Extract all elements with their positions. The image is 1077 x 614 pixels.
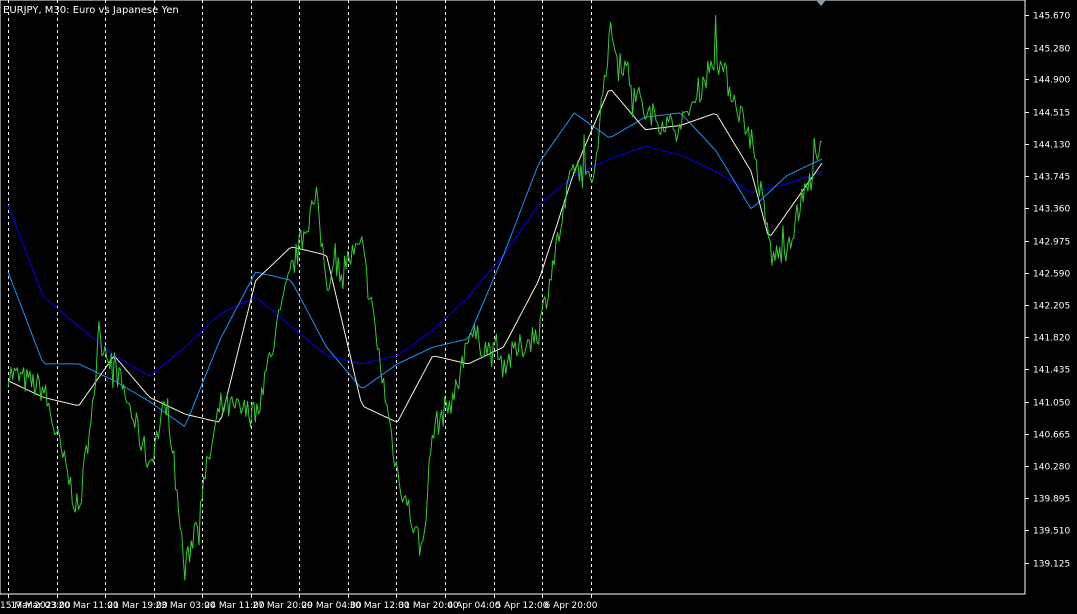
price-axis-label: 142.205 [1033, 302, 1070, 312]
time-axis-label: 6 Apr 20:00 [545, 601, 598, 611]
chart-window[interactable]: 145.670 145.280 144.900 144.515 144.130 143.7… [0, 0, 1077, 614]
price-axis-label: 139.895 [1033, 495, 1070, 505]
price-axis-label: 141.050 [1033, 399, 1070, 409]
chart-title: EURJPY, M30: Euro vs Japanese Yen [3, 5, 179, 16]
price-axis-label: 141.435 [1033, 366, 1070, 376]
price-axis-label: 144.515 [1033, 109, 1070, 119]
price-chart[interactable]: 145.670 145.280 144.900 144.515 144.130 143.7… [0, 0, 1077, 614]
price-axis-label: 145.670 [1033, 12, 1070, 22]
price-axis-label: 140.280 [1033, 463, 1070, 473]
chart-background [0, 0, 1077, 614]
price-axis-label: 139.510 [1033, 527, 1070, 537]
price-axis-label: 142.975 [1033, 238, 1070, 248]
time-axis-label: 5 Apr 12:00 [496, 601, 549, 611]
price-axis-label: 144.130 [1033, 141, 1070, 151]
price-axis-label: 139.125 [1033, 560, 1070, 570]
price-axis-label: 143.360 [1033, 205, 1070, 215]
price-axis-label: 145.280 [1033, 45, 1070, 55]
price-axis-label: 141.820 [1033, 334, 1070, 344]
price-axis-label: 140.665 [1033, 431, 1070, 441]
price-axis-label: 142.590 [1033, 270, 1070, 280]
time-axis-label: 4 Apr 04:00 [448, 601, 501, 611]
price-axis-label: 143.745 [1033, 173, 1070, 183]
price-axis-label: 144.900 [1033, 76, 1070, 86]
